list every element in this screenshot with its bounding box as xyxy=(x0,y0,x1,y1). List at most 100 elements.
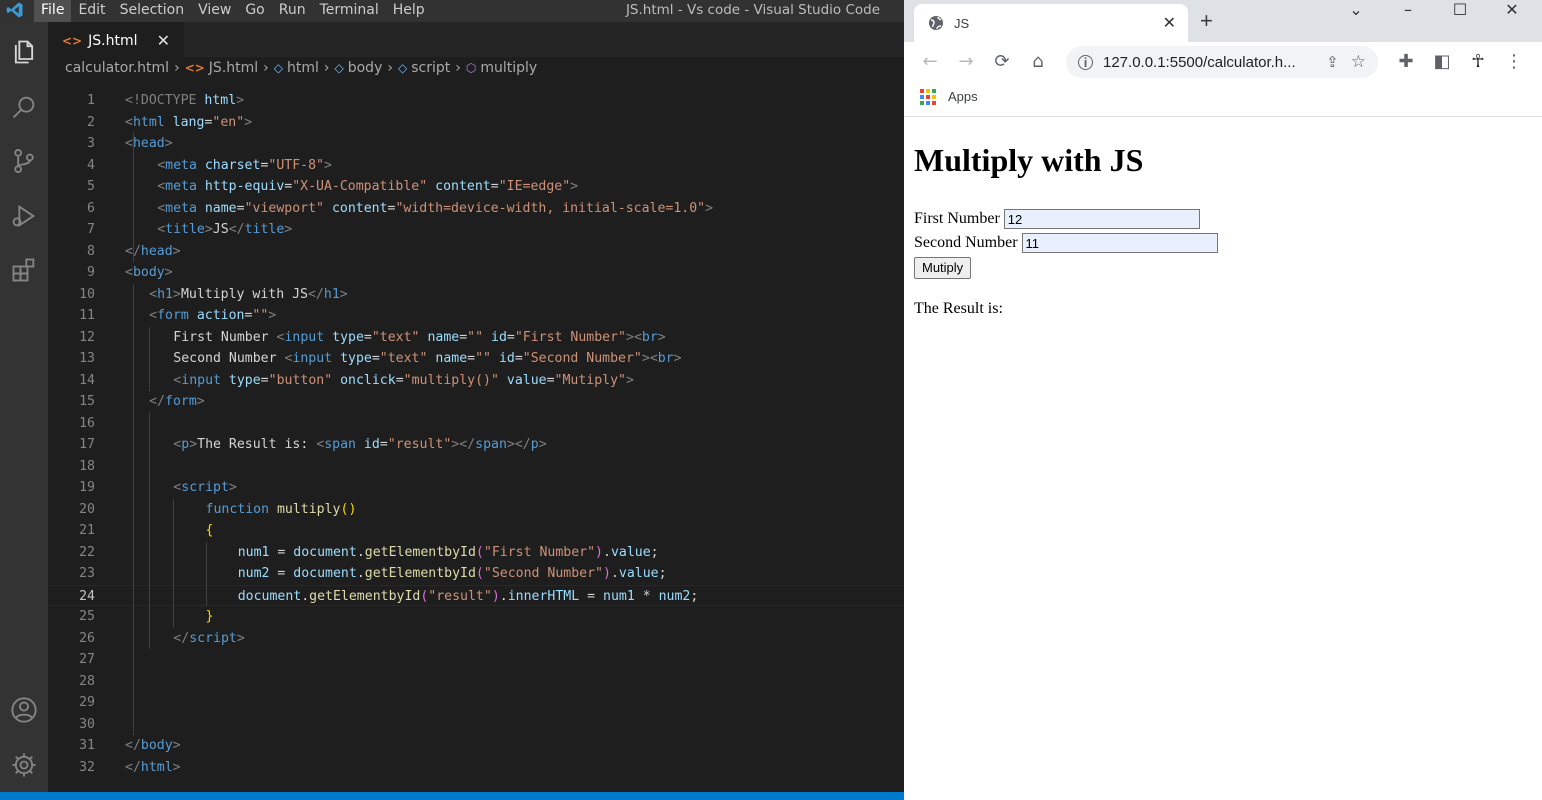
code-line[interactable]: 31 </body> xyxy=(48,735,904,757)
code-line[interactable]: 24 document.getElementbyId("result").inne… xyxy=(48,584,904,606)
menu-selection[interactable]: Selection xyxy=(113,0,192,22)
code-line[interactable]: 29 xyxy=(48,692,904,714)
code-text: num1 = document.getElementbyId("First Nu… xyxy=(237,544,659,560)
reload-icon[interactable]: ⟳ xyxy=(990,50,1014,74)
extensions-icon[interactable] xyxy=(6,252,42,288)
search-icon[interactable] xyxy=(6,89,42,125)
code-line[interactable]: 27 xyxy=(48,649,904,671)
bookmark-star-icon[interactable]: ☆ xyxy=(1351,52,1366,72)
title-bar: File Edit Selection View Go Run Terminal… xyxy=(0,0,904,22)
address-bar[interactable]: i 127.0.0.1:5500/calculator.h... ⇪ ☆ xyxy=(1066,46,1378,78)
code-text: function multiply() xyxy=(205,501,357,517)
tab-search-chevron-icon[interactable]: ⌄ xyxy=(1338,0,1374,22)
menu-go[interactable]: Go xyxy=(238,0,271,22)
browser-tab[interactable]: JS ✕ xyxy=(914,4,1188,42)
line-number: 12 xyxy=(79,329,95,345)
code-line[interactable]: 12 First Number <input type="text" name="… xyxy=(48,327,904,349)
menu-file[interactable]: File xyxy=(34,0,72,22)
new-tab-icon[interactable]: + xyxy=(1200,8,1213,34)
extensions-puzzle-icon[interactable]: ✚ xyxy=(1394,50,1418,74)
code-line[interactable]: 6 <meta name="viewport" content="width=de… xyxy=(48,198,904,220)
code-line[interactable]: 25} xyxy=(48,606,904,628)
close-tab-icon[interactable]: ✕ xyxy=(157,31,170,50)
menu-terminal[interactable]: Terminal xyxy=(313,0,386,22)
code-line[interactable]: 17 <p>The Result is: <span id="result"></… xyxy=(48,434,904,456)
code-line[interactable]: 4 <meta charset="UTF-8"> xyxy=(48,155,904,177)
code-line[interactable]: 18 xyxy=(48,456,904,478)
code-text: <!DOCTYPE html> xyxy=(125,93,245,108)
minimize-icon[interactable]: – xyxy=(1390,0,1426,22)
breadcrumb-function[interactable]: multiply xyxy=(480,60,537,76)
profile-figure-icon[interactable]: ☥ xyxy=(1466,50,1490,74)
code-editor[interactable]: 1 <!DOCTYPE html> 2 <html lang="en"> 3 <head>… xyxy=(48,90,904,790)
multiply-button[interactable]: Mutiply xyxy=(914,257,972,279)
share-icon[interactable]: ⇪ xyxy=(1326,53,1339,71)
apps-grid-icon[interactable] xyxy=(920,89,936,105)
maximize-icon[interactable]: ☐ xyxy=(1442,0,1478,22)
code-line[interactable]: 23 num2 = document.getElementbyId("Second… xyxy=(48,563,904,585)
tab-js-html[interactable]: <> JS.html ✕ xyxy=(48,22,184,58)
code-line[interactable]: 15 </form> xyxy=(48,391,904,413)
code-line[interactable]: 11 <form action=""> xyxy=(48,305,904,327)
breadcrumb-script[interactable]: script xyxy=(411,60,450,76)
code-text: <meta charset="UTF-8"> xyxy=(157,157,332,173)
code-text: </script> xyxy=(173,630,245,646)
code-line[interactable]: 21 { xyxy=(48,520,904,542)
more-menu-icon[interactable]: ⋮ xyxy=(1502,50,1526,74)
breadcrumb-body[interactable]: body xyxy=(348,60,383,76)
menu-run[interactable]: Run xyxy=(272,0,313,22)
site-info-icon[interactable]: i xyxy=(1078,54,1093,70)
code-line[interactable]: 7 <title>JS</title> xyxy=(48,219,904,241)
code-line[interactable]: 20 function multiply() xyxy=(48,499,904,521)
apps-bookmark[interactable]: Apps xyxy=(948,89,978,104)
close-tab-icon[interactable]: ✕ xyxy=(1163,13,1176,33)
code-text: <meta name="viewport" content="width=dev… xyxy=(157,200,714,216)
code-line[interactable]: 32 </html> xyxy=(48,757,904,779)
line-number: 6 xyxy=(87,200,95,216)
code-line[interactable]: 9 <body> xyxy=(48,262,904,284)
code-line[interactable]: 13 Second Number <input type="text" name=… xyxy=(48,348,904,370)
accounts-icon[interactable] xyxy=(6,692,42,728)
first-number-input[interactable] xyxy=(1003,209,1200,229)
side-panel-icon[interactable]: ◧ xyxy=(1430,50,1454,74)
html-file-icon: <> xyxy=(184,61,205,75)
forward-arrow-icon[interactable]: → xyxy=(954,50,978,74)
line-number: 1 xyxy=(87,93,95,108)
code-line[interactable]: 16 xyxy=(48,413,904,435)
code-line[interactable]: 26 </script> xyxy=(48,628,904,650)
breadcrumb-file[interactable]: JS.html xyxy=(209,60,258,76)
chevron-right-icon: › xyxy=(174,60,180,76)
element-icon: ◇ xyxy=(334,61,344,75)
code-line[interactable]: 28 xyxy=(48,671,904,693)
settings-gear-icon[interactable] xyxy=(6,747,42,783)
code-line[interactable]: 2 <html lang="en"> xyxy=(48,112,904,134)
first-number-row: First Number xyxy=(914,209,1200,229)
breadcrumb-folder[interactable]: calculator.html xyxy=(65,60,169,76)
code-line[interactable]: 30 xyxy=(48,714,904,736)
source-control-icon[interactable] xyxy=(6,143,42,179)
code-line[interactable]: 3 <head> xyxy=(48,133,904,155)
code-line[interactable]: 19 <script> xyxy=(48,477,904,499)
explorer-icon[interactable] xyxy=(6,34,42,70)
close-window-icon[interactable]: ✕ xyxy=(1494,0,1530,22)
second-number-input[interactable] xyxy=(1021,233,1218,253)
line-number: 21 xyxy=(79,523,95,538)
code-line[interactable]: 8</head> xyxy=(48,241,904,263)
code-line[interactable]: 22 num1 = document.getElementbyId("First … xyxy=(48,542,904,564)
code-line[interactable]: 14 <input type="button" onclick="multiply… xyxy=(48,370,904,392)
menu-edit[interactable]: Edit xyxy=(71,0,112,22)
element-icon: ◇ xyxy=(273,61,283,75)
back-arrow-icon[interactable]: ← xyxy=(918,50,942,74)
code-line[interactable]: 1 <!DOCTYPE html> xyxy=(48,90,904,112)
code-text: First Number <input type="text" name="" … xyxy=(173,329,666,345)
line-number: 22 xyxy=(79,544,95,560)
code-line[interactable]: 5 <meta http-equiv="X-UA-Compatible" cont… xyxy=(48,176,904,198)
run-debug-icon[interactable] xyxy=(6,198,42,234)
menu-view[interactable]: View xyxy=(191,0,238,22)
breadcrumb-html[interactable]: html xyxy=(287,60,319,76)
menu-help[interactable]: Help xyxy=(386,0,432,22)
code-text: <html lang="en"> xyxy=(125,114,253,130)
line-number: 18 xyxy=(79,458,95,474)
home-icon[interactable]: ⌂ xyxy=(1026,50,1050,74)
code-line[interactable]: 10 <h1>Multiply with JS</h1> xyxy=(48,284,904,306)
